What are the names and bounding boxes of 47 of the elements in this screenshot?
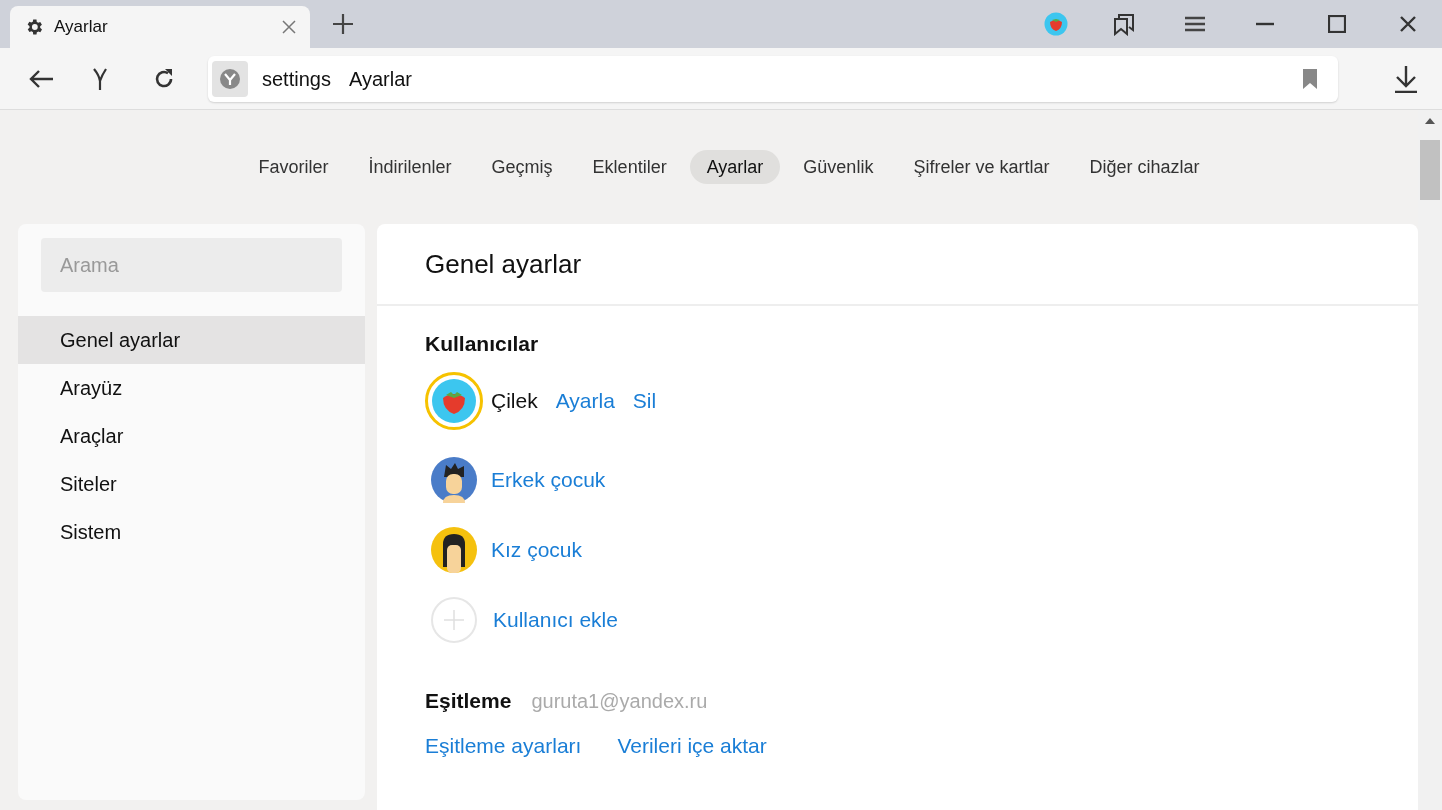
user-name: Çilek	[491, 387, 538, 414]
nav-tab[interactable]: Diğer cihazlar	[1072, 150, 1217, 184]
back-arrow-icon[interactable]	[28, 68, 54, 89]
sidebar-item[interactable]: Araçlar	[18, 412, 365, 460]
sync-heading: Eşitleme	[425, 687, 512, 714]
user-link[interactable]: Kız çocuk	[491, 533, 583, 566]
address-bar[interactable]: settings Ayarlar	[208, 55, 1338, 102]
sync-account: guruta1@yandex.ru	[531, 688, 708, 714]
nav-tab[interactable]: Favoriler	[241, 150, 346, 184]
user-link[interactable]: Erkek çocuk	[491, 463, 606, 496]
bookmark-icon[interactable]	[1302, 68, 1318, 89]
close-icon[interactable]	[1400, 16, 1416, 32]
y-letter-icon[interactable]	[92, 66, 108, 91]
minimize-icon[interactable]	[1256, 22, 1274, 26]
sidebar-item[interactable]: Genel ayarlar	[18, 316, 365, 364]
user-action-link[interactable]: Ayarla	[555, 384, 615, 417]
page-title: Ayarlar	[348, 66, 413, 92]
nav-tab[interactable]: Geçmiş	[474, 150, 570, 184]
user-action-link[interactable]: Sil	[632, 384, 657, 417]
nav-tab[interactable]: Eklentiler	[575, 150, 684, 184]
tab-title: Ayarlar	[54, 16, 109, 39]
sidebar-item[interactable]: Arayüz	[18, 364, 365, 412]
strawberry-avatar-icon	[431, 377, 477, 424]
bookmarks-icon[interactable]	[1112, 12, 1136, 36]
nav-tab[interactable]: İndirilenler	[351, 150, 469, 184]
scroll-up-icon[interactable]	[1425, 118, 1435, 124]
sidebar-item[interactable]: Sistem	[18, 508, 365, 556]
menu-icon[interactable]	[1184, 16, 1206, 32]
browser-tab[interactable]: Ayarlar	[10, 6, 310, 48]
search-field[interactable]: Arama	[41, 238, 342, 292]
section-title: Genel ayarlar	[425, 247, 582, 281]
close-icon[interactable]	[282, 20, 296, 34]
strawberry-profile-icon[interactable]	[1044, 12, 1068, 36]
add-user-link[interactable]: Kullanıcı ekle	[493, 603, 618, 636]
url-host: settings	[262, 66, 331, 92]
sidebar-item[interactable]: Siteler	[18, 460, 365, 508]
maximize-icon[interactable]	[1328, 15, 1346, 33]
nav-tab[interactable]: Güvenlik	[786, 150, 891, 184]
nav-tab[interactable]: Ayarlar	[689, 150, 781, 184]
scrollbar-thumb[interactable]	[1420, 140, 1440, 200]
download-icon[interactable]	[1394, 64, 1418, 93]
sync-link[interactable]: Eşitleme ayarları	[425, 730, 582, 762]
users-heading: Kullanıcılar	[425, 331, 540, 357]
nav-tab[interactable]: Şifreler ve kartlar	[896, 150, 1067, 184]
new-tab-icon[interactable]	[332, 13, 354, 35]
browser-logo-icon	[219, 67, 241, 90]
sync-link[interactable]: Verileri içe aktar	[617, 730, 767, 762]
